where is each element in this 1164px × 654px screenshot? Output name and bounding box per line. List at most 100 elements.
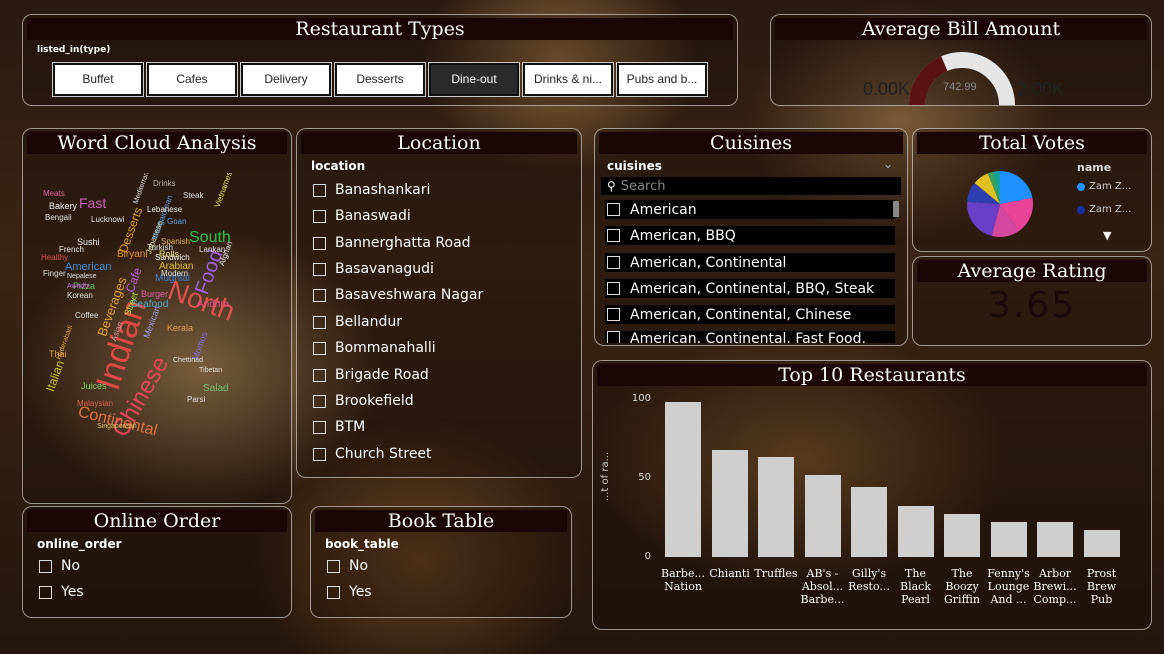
cuisine-item[interactable]: American, Continental, Chinese <box>605 305 895 324</box>
word-desserts: Desserts <box>115 205 146 255</box>
cuisine-item[interactable]: American <box>605 200 895 219</box>
type-button-drinks[interactable]: Drinks & ni... <box>522 62 614 97</box>
cuisine-checkbox[interactable] <box>607 331 620 343</box>
location-item[interactable]: Brookefield <box>313 390 414 412</box>
type-button-desserts[interactable]: Desserts <box>334 62 426 97</box>
book-table-slicer-label: book_table <box>325 537 399 551</box>
cuisine-checkbox[interactable] <box>607 256 620 269</box>
location-checkbox[interactable] <box>313 209 326 223</box>
location-item[interactable]: Bannerghatta Road <box>313 232 471 254</box>
votes-pie-chart <box>967 171 1033 237</box>
type-button-buffet[interactable]: Buffet <box>52 62 144 97</box>
location-checkbox[interactable] <box>313 288 326 302</box>
book-table-item[interactable]: No <box>327 555 368 577</box>
bar[interactable] <box>804 474 841 557</box>
online-order-checkbox[interactable] <box>39 559 52 573</box>
location-checkbox[interactable] <box>313 368 326 382</box>
location-slicer-label: location <box>311 159 366 173</box>
x-tick-label: AB's - Absol... Barbe... <box>800 567 845 606</box>
location-checkbox[interactable] <box>313 315 326 329</box>
cuisine-checkbox[interactable] <box>607 203 620 216</box>
location-item[interactable]: Banashankari <box>313 179 430 201</box>
caret-down-icon[interactable]: ▼ <box>1103 229 1111 242</box>
cuisines-scrollbar[interactable] <box>893 201 899 217</box>
cuisines-search-input[interactable]: Search <box>621 179 666 194</box>
y-tick-label: 100 <box>631 393 651 404</box>
location-checkbox[interactable] <box>313 394 326 408</box>
bar[interactable] <box>944 514 980 557</box>
location-item[interactable]: Basavanagudi <box>313 258 434 280</box>
cuisine-item[interactable]: American, BBQ <box>605 226 895 245</box>
location-checkbox[interactable] <box>313 236 326 250</box>
word-burger: Burger <box>141 289 169 299</box>
cuisine-item[interactable]: American, Continental, Fast Food, Steak <box>605 331 895 343</box>
location-item[interactable]: Bellandur <box>313 311 402 333</box>
votes-legend-label: Zam Z... <box>1089 204 1132 215</box>
cuisine-checkbox[interactable] <box>607 229 620 242</box>
bar[interactable] <box>711 449 748 557</box>
location-item[interactable]: Basaveshwara Nagar <box>313 284 483 306</box>
bar[interactable] <box>758 457 794 557</box>
cuisine-item[interactable]: American, Continental <box>605 253 895 272</box>
bar[interactable] <box>665 402 701 557</box>
x-tick-label: Arbor Brewi... Comp... <box>1033 567 1077 606</box>
word-lebanese: Lebanese <box>147 205 183 214</box>
cuisines-slicer-label: cuisines <box>607 159 662 173</box>
location-checkbox[interactable] <box>313 262 326 276</box>
online-order-item[interactable]: No <box>39 555 80 577</box>
location-item[interactable]: Banaswadi <box>313 205 411 227</box>
location-checkbox[interactable] <box>313 183 326 197</box>
location-item[interactable]: BTM <box>313 416 365 438</box>
type-button-delivery[interactable]: Delivery <box>240 62 332 97</box>
location-item-label: Bommanahalli <box>335 340 436 356</box>
book-table-checkbox[interactable] <box>327 585 340 599</box>
restaurant-types-slicer-label: listed_in(type) <box>37 45 111 55</box>
location-title: Location <box>301 132 577 154</box>
bill-gauge <box>909 52 1015 106</box>
book-table-item-label: No <box>349 558 369 574</box>
location-panel: Location location Banashankari Banaswadi… <box>296 128 582 478</box>
cuisine-checkbox[interactable] <box>607 308 620 321</box>
location-item-label: Brigade Road <box>335 367 429 383</box>
bar[interactable] <box>1083 530 1120 557</box>
bar[interactable] <box>897 506 934 557</box>
chevron-down-icon[interactable]: ⌄ <box>883 157 893 171</box>
online-order-checkbox[interactable] <box>39 585 52 599</box>
book-table-item[interactable]: Yes <box>327 581 372 603</box>
type-button-dine-out[interactable]: Dine-out <box>428 62 520 97</box>
location-item-label: Banashankari <box>335 182 431 198</box>
location-checkbox[interactable] <box>313 420 326 434</box>
type-button-cafes[interactable]: Cafes <box>146 62 238 97</box>
location-item[interactable]: Bommanahalli <box>313 337 436 359</box>
location-item-label: Bellandur <box>335 314 402 330</box>
location-item[interactable]: Brigade Road <box>313 364 429 386</box>
online-order-item[interactable]: Yes <box>39 581 84 603</box>
bar[interactable] <box>1037 522 1073 557</box>
word-finger: Finger <box>43 269 66 278</box>
votes-legend-item[interactable]: Zam Z... <box>1077 204 1131 215</box>
word-steak: Steak <box>183 191 204 200</box>
word-andhra: Andhra <box>197 299 230 310</box>
word-vietnamese: Vietnamese <box>212 173 236 209</box>
online-order-item-label: No <box>61 558 81 574</box>
cuisine-item-label: American, Continental, BBQ, Steak <box>630 280 875 297</box>
bar[interactable] <box>990 522 1027 557</box>
word-lucknowi: Lucknowi <box>91 215 125 224</box>
type-button-pubs[interactable]: Pubs and b... <box>616 62 708 97</box>
bill-max-label: 2.00K <box>1017 79 1065 99</box>
bill-min-label: 0.00K <box>863 79 911 99</box>
cuisine-item-label: American, Continental, Chinese <box>630 306 852 323</box>
cuisine-checkbox[interactable] <box>607 282 620 295</box>
cuisine-item[interactable]: American, Continental, BBQ, Steak <box>605 279 895 298</box>
word-bakery: Bakery <box>49 201 78 211</box>
location-checkbox[interactable] <box>313 341 326 355</box>
votes-legend-item[interactable]: Zam Z... <box>1077 181 1131 192</box>
search-icon: ⚲ <box>607 179 616 193</box>
bar[interactable] <box>851 487 887 557</box>
cuisines-search-box[interactable]: ⚲ Search <box>601 177 901 195</box>
x-tick-label: Barbe... Nation <box>661 567 705 593</box>
location-checkbox[interactable] <box>313 447 326 461</box>
cuisines-title: Cuisines <box>599 132 903 154</box>
book-table-checkbox[interactable] <box>327 559 340 573</box>
location-item[interactable]: Church Street <box>313 443 432 465</box>
